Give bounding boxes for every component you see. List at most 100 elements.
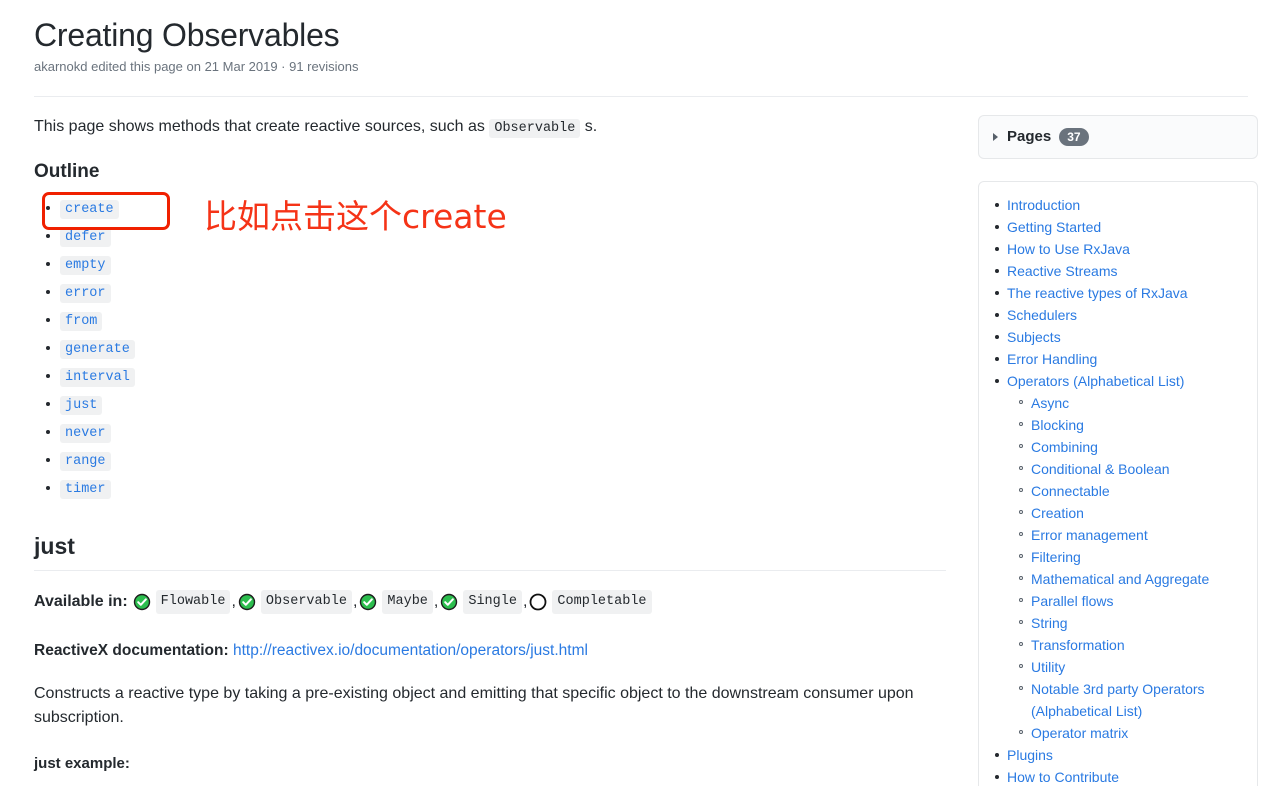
sidebar-link-subjects[interactable]: Subjects bbox=[1007, 329, 1061, 345]
sidebar-subitem: Blocking bbox=[1019, 414, 1247, 436]
sidebar-sublink-operator-matrix[interactable]: Operator matrix bbox=[1031, 725, 1128, 741]
sidebar-item: Introduction bbox=[995, 194, 1247, 216]
sidebar-subitem: Error management bbox=[1019, 524, 1247, 546]
sidebar-link-operators-alphabetical-list[interactable]: Operators (Alphabetical List) bbox=[1007, 373, 1184, 389]
wiki-page: Creating Observables akarnokd edited thi… bbox=[0, 0, 1280, 786]
sidebar-subnav-list: Async Blocking Combining Conditional & Bool… bbox=[1007, 392, 1247, 744]
separator: , bbox=[352, 593, 358, 611]
sidebar-subitem: Mathematical and Aggregate bbox=[1019, 568, 1247, 590]
sidebar-link-getting-started[interactable]: Getting Started bbox=[1007, 219, 1101, 235]
page-revision-meta: akarnokd edited this page on 21 Mar 2019… bbox=[34, 59, 359, 75]
check-circle-icon bbox=[359, 593, 377, 611]
separator: , bbox=[231, 593, 236, 611]
sidebar-sublink-filtering[interactable]: Filtering bbox=[1031, 549, 1081, 565]
outline-item: interval bbox=[46, 362, 946, 390]
sidebar-link-error-handling[interactable]: Error Handling bbox=[1007, 351, 1097, 367]
sidebar-item: Operators (Alphabetical List) Async Blocki… bbox=[995, 370, 1247, 744]
reactivex-doc-link[interactable]: http://reactivex.io/documentation/operat… bbox=[233, 642, 588, 659]
reactivex-doc-line: ReactiveX documentation: http://reactive… bbox=[34, 639, 946, 662]
separator: , bbox=[433, 593, 439, 611]
sidebar-link-introduction[interactable]: Introduction bbox=[1007, 197, 1080, 213]
intro-text-after: s. bbox=[580, 117, 598, 135]
sidebar-subitem: Conditional & Boolean bbox=[1019, 458, 1247, 480]
outline-link-error[interactable]: error bbox=[60, 284, 111, 304]
annotation-text: 比如点击这个create bbox=[204, 197, 507, 237]
sidebar-item: How to Use RxJava bbox=[995, 238, 1247, 260]
outline-link-create[interactable]: create bbox=[60, 200, 119, 220]
sidebar-subitem: Async bbox=[1019, 392, 1247, 414]
sidebar-sublink-connectable[interactable]: Connectable bbox=[1031, 483, 1110, 499]
available-item-flowable: Flowable, bbox=[133, 590, 238, 615]
available-type-label: Maybe bbox=[382, 590, 433, 615]
outline-link-never[interactable]: never bbox=[60, 424, 111, 444]
available-in-label: Available in: bbox=[34, 593, 128, 611]
just-section-heading: just bbox=[34, 532, 946, 572]
outline-link-generate[interactable]: generate bbox=[60, 340, 135, 360]
outline-item: empty bbox=[46, 250, 946, 278]
sidebar-link-reactive-streams[interactable]: Reactive Streams bbox=[1007, 263, 1117, 279]
sidebar-nav-list: Introduction Getting Started How to Use Rx… bbox=[979, 194, 1247, 786]
outline-link-from[interactable]: from bbox=[60, 312, 103, 332]
available-type-label: Flowable bbox=[155, 590, 231, 615]
pages-count-badge: 37 bbox=[1059, 127, 1089, 146]
sidebar-link-how-to-contribute[interactable]: How to Contribute bbox=[1007, 769, 1119, 785]
check-circle-icon bbox=[238, 593, 256, 611]
sidebar-sublink-notable-3rd-party-operators-alphabetical-list[interactable]: Notable 3rd party Operators (Alphabetica… bbox=[1031, 681, 1205, 719]
outline-link-defer[interactable]: defer bbox=[60, 228, 111, 248]
outline-link-range[interactable]: range bbox=[60, 452, 111, 472]
wiki-sidebar: Pages 37 Introduction Getting Started How … bbox=[978, 97, 1258, 786]
outline-item: timer bbox=[46, 474, 946, 502]
sidebar-item: Plugins bbox=[995, 744, 1247, 766]
outline-link-just[interactable]: just bbox=[60, 396, 103, 416]
sidebar-subitem: Creation bbox=[1019, 502, 1247, 524]
outline-link-interval[interactable]: interval bbox=[60, 368, 135, 388]
outline-list: create defer empty error from generate interva… bbox=[34, 194, 946, 502]
just-example-label: just example: bbox=[34, 755, 130, 773]
sidebar-link-the-reactive-types-of-rxjava[interactable]: The reactive types of RxJava bbox=[1007, 285, 1188, 301]
sidebar-sublink-combining[interactable]: Combining bbox=[1031, 439, 1098, 455]
sidebar-sublink-transformation[interactable]: Transformation bbox=[1031, 637, 1125, 653]
outline-item: never bbox=[46, 418, 946, 446]
sidebar-sublink-utility[interactable]: Utility bbox=[1031, 659, 1065, 675]
outline-link-empty[interactable]: empty bbox=[60, 256, 111, 276]
sidebar-sublink-creation[interactable]: Creation bbox=[1031, 505, 1084, 521]
just-description: Constructs a reactive type by taking a p… bbox=[34, 684, 914, 727]
sidebar-item: Schedulers bbox=[995, 304, 1247, 326]
sidebar-sublink-string[interactable]: String bbox=[1031, 615, 1068, 631]
sidebar-item: Getting Started bbox=[995, 216, 1247, 238]
wiki-header: Creating Observables akarnokd edited thi… bbox=[0, 0, 1280, 77]
available-type-label: Single bbox=[463, 590, 522, 615]
page-title: Creating Observables bbox=[34, 17, 340, 53]
sidebar-sublink-conditional-boolean[interactable]: Conditional & Boolean bbox=[1031, 461, 1170, 477]
sidebar-link-schedulers[interactable]: Schedulers bbox=[1007, 307, 1077, 323]
outline-item: generate bbox=[46, 334, 946, 362]
empty-circle-icon bbox=[529, 593, 547, 611]
outline-link-timer[interactable]: timer bbox=[60, 480, 111, 500]
sidebar-sublink-blocking[interactable]: Blocking bbox=[1031, 417, 1084, 433]
sidebar-item: Error Handling bbox=[995, 348, 1247, 370]
sidebar-item: Reactive Streams bbox=[995, 260, 1247, 282]
sidebar-subitem: Transformation bbox=[1019, 634, 1247, 656]
sidebar-subitem: Parallel flows bbox=[1019, 590, 1247, 612]
sidebar-sublink-parallel-flows[interactable]: Parallel flows bbox=[1031, 593, 1113, 609]
sidebar-link-how-to-use-rxjava[interactable]: How to Use RxJava bbox=[1007, 241, 1130, 257]
doc-label: ReactiveX documentation: bbox=[34, 642, 229, 660]
outline-heading: Outline bbox=[34, 160, 100, 182]
check-circle-icon bbox=[440, 593, 458, 611]
available-item-maybe: Maybe, bbox=[359, 590, 440, 615]
sidebar-sublink-error-management[interactable]: Error management bbox=[1031, 527, 1148, 543]
sidebar-subitem: String bbox=[1019, 612, 1247, 634]
available-item-completable: Completable bbox=[529, 590, 652, 615]
chevron-right-icon bbox=[993, 132, 998, 141]
sidebar-sublink-async[interactable]: Async bbox=[1031, 395, 1069, 411]
sidebar-subitem: Combining bbox=[1019, 436, 1247, 458]
sidebar-link-plugins[interactable]: Plugins bbox=[1007, 747, 1053, 763]
sidebar-item: How to Contribute bbox=[995, 766, 1247, 786]
available-item-single: Single, bbox=[440, 590, 529, 615]
sidebar-item: Subjects bbox=[995, 326, 1247, 348]
sidebar-sublink-mathematical-and-aggregate[interactable]: Mathematical and Aggregate bbox=[1031, 571, 1209, 587]
sidebar-item: The reactive types of RxJava bbox=[995, 282, 1247, 304]
pages-toggle[interactable]: Pages 37 bbox=[978, 114, 1258, 160]
available-type-label: Completable bbox=[552, 590, 652, 615]
available-item-observable: Observable, bbox=[238, 590, 359, 615]
